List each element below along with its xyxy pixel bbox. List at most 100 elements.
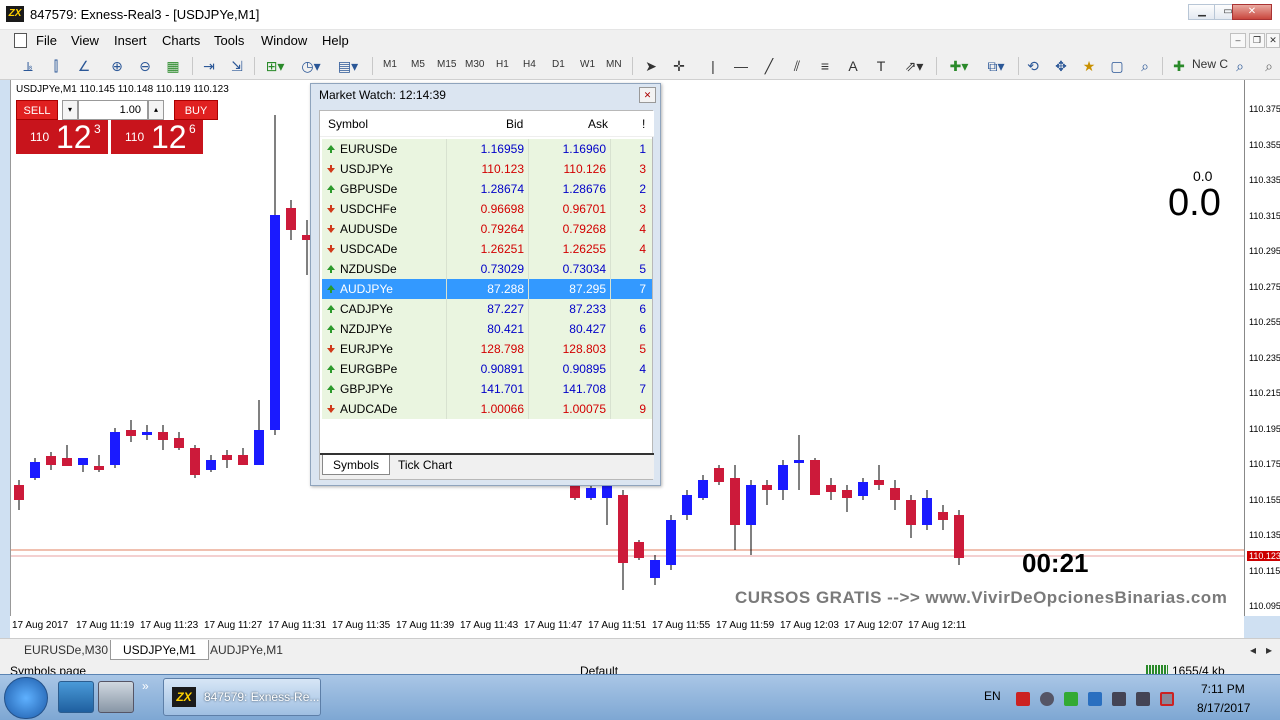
market-watch-row[interactable]: NZDUSDe 0.73029 0.73034 5 xyxy=(322,259,652,279)
strategy-tester-icon[interactable]: ⌕ xyxy=(1136,56,1154,76)
row-symbol-cell[interactable]: USDJPYe xyxy=(322,159,446,179)
minimize-button[interactable]: ▁ xyxy=(1188,4,1216,20)
row-symbol-cell[interactable]: CADJPYe xyxy=(322,299,446,319)
mdi-restore-button[interactable]: ❐ xyxy=(1249,33,1265,48)
market-watch-row[interactable]: AUDJPYe 87.288 87.295 7 xyxy=(322,279,652,299)
taskbar-mt4-window[interactable]: ZX 847579: Exness-Re... xyxy=(163,678,321,716)
row-symbol-cell[interactable]: USDCHFe xyxy=(322,199,446,219)
row-symbol-cell[interactable]: NZDJPYe xyxy=(322,319,446,339)
menu-file[interactable]: File xyxy=(36,33,57,48)
menu-insert[interactable]: Insert xyxy=(114,33,147,48)
column-symbol[interactable]: Symbol xyxy=(328,117,368,131)
horizontal-line-icon[interactable]: — xyxy=(732,56,750,76)
search-icon[interactable]: ⌕ xyxy=(1232,56,1248,76)
market-watch-row[interactable]: USDCHFe 0.96698 0.96701 3 xyxy=(322,199,652,219)
chart-tab-audjpye-m1[interactable]: AUDJPYe,M1 xyxy=(198,640,295,660)
auto-scroll-icon[interactable]: ⇥ xyxy=(200,56,218,76)
language-indicator[interactable]: EN xyxy=(984,689,1001,703)
indicators-icon[interactable]: ⊞▾ xyxy=(262,56,288,76)
menu-charts[interactable]: Charts xyxy=(162,33,200,48)
new-order-button[interactable]: New C xyxy=(1192,57,1228,71)
chart-tab-usdjpye-m1[interactable]: USDJPYe,M1 xyxy=(110,640,209,660)
close-button[interactable]: ✕ xyxy=(1232,4,1272,20)
market-watch-row[interactable]: GBPJPYe 141.701 141.708 7 xyxy=(322,379,652,399)
new-order-icon[interactable]: ✚ xyxy=(1170,56,1188,76)
network-icon[interactable] xyxy=(1160,692,1174,706)
market-watch-row[interactable]: USDCADe 1.26251 1.26255 4 xyxy=(322,239,652,259)
market-watch-close-button[interactable]: ✕ xyxy=(639,87,656,103)
tf-m5[interactable]: M5 xyxy=(411,59,425,70)
tf-h1[interactable]: H1 xyxy=(496,59,509,70)
bar-chart-icon[interactable]: ⫿ xyxy=(48,56,64,76)
market-watch-row[interactable]: EURUSDe 1.16959 1.16960 1 xyxy=(322,139,652,159)
market-watch-row[interactable]: EURGBPe 0.90891 0.90895 4 xyxy=(322,359,652,379)
crosshair-icon[interactable]: ✛ xyxy=(670,56,688,76)
row-symbol-cell[interactable]: AUDUSDe xyxy=(322,219,446,239)
tray-recorder-icon[interactable] xyxy=(1016,692,1030,706)
tf-mn[interactable]: MN xyxy=(606,59,622,70)
desktop-app-icon[interactable] xyxy=(58,681,94,713)
buy-quote[interactable]: 110 12 6 xyxy=(111,120,203,154)
tray-security-icon[interactable] xyxy=(1040,692,1054,706)
trendline-icon[interactable]: ╱ xyxy=(760,56,778,76)
periods-icon[interactable]: ◷▾ xyxy=(298,56,324,76)
cursor-icon[interactable]: ➤ xyxy=(642,56,660,76)
row-symbol-cell[interactable]: EURUSDe xyxy=(322,139,446,159)
column-spread[interactable]: ! xyxy=(642,117,645,131)
search-input[interactable]: ⌕ xyxy=(1258,56,1280,76)
vertical-line-icon[interactable]: | xyxy=(704,56,722,76)
column-ask[interactable]: Ask xyxy=(588,117,608,131)
tile-windows-icon[interactable]: ▦ xyxy=(164,56,182,76)
lot-increase-button[interactable]: ▴ xyxy=(148,100,164,120)
buy-button[interactable]: BUY xyxy=(174,100,218,120)
tf-d1[interactable]: D1 xyxy=(552,59,565,70)
row-symbol-cell[interactable]: GBPUSDe xyxy=(322,179,446,199)
tab-symbols[interactable]: Symbols xyxy=(322,455,391,475)
explorer-app-icon[interactable] xyxy=(98,681,134,713)
text-label-icon[interactable]: T xyxy=(872,56,890,76)
favorites-icon[interactable]: ★ xyxy=(1080,56,1098,76)
row-symbol-cell[interactable]: GBPJPYe xyxy=(322,379,446,399)
market-watch-row[interactable]: AUDCADe 1.00066 1.00075 9 xyxy=(322,399,652,419)
mdi-minimize-button[interactable]: – xyxy=(1230,33,1246,48)
tray-app-icon[interactable] xyxy=(1088,692,1102,706)
data-window-icon[interactable]: ▢ xyxy=(1108,56,1126,76)
tray-check-icon[interactable] xyxy=(1064,692,1078,706)
sell-button[interactable]: SELL xyxy=(16,100,58,120)
lot-size-input[interactable]: 1.00 xyxy=(78,100,148,120)
chart-windows-icon[interactable]: ⧉▾ xyxy=(982,56,1010,76)
market-watch-row[interactable]: USDJPYe 110.123 110.126 3 xyxy=(322,159,652,179)
menu-view[interactable]: View xyxy=(71,33,99,48)
tab-scroll-left-icon[interactable]: ◂ xyxy=(1250,640,1256,660)
row-symbol-cell[interactable]: USDCADe xyxy=(322,239,446,259)
chart-tab-eurusde-m30[interactable]: EURUSDe,M30 xyxy=(12,640,120,660)
zoom-out-icon[interactable]: ⊖ xyxy=(136,56,154,76)
volume-icon[interactable] xyxy=(1136,692,1150,706)
row-symbol-cell[interactable]: EURJPYe xyxy=(322,339,446,359)
fibonacci-icon[interactable]: ≡ xyxy=(816,56,834,76)
start-button-icon[interactable] xyxy=(4,677,48,719)
market-watch-window[interactable]: Market Watch: 12:14:39 ✕ Symbol Bid Ask … xyxy=(310,83,661,486)
arrows-tool-icon[interactable]: ⇗▾ xyxy=(900,56,928,76)
expert-advisors-icon[interactable]: ⟲ xyxy=(1024,56,1042,76)
zoom-in-icon[interactable]: ⊕ xyxy=(108,56,126,76)
column-bid[interactable]: Bid xyxy=(506,117,523,131)
add-chart-icon[interactable]: ✚▾ xyxy=(946,56,972,76)
line-chart-icon[interactable]: ⫡ xyxy=(20,56,36,76)
menu-window[interactable]: Window xyxy=(261,33,307,48)
clock-date[interactable]: 8/17/2017 xyxy=(1197,701,1250,715)
tab-scroll-right-icon[interactable]: ▸ xyxy=(1266,640,1272,660)
row-symbol-cell[interactable]: AUDCADe xyxy=(322,399,446,419)
market-watch-row[interactable]: GBPUSDe 1.28674 1.28676 2 xyxy=(322,179,652,199)
show-more-icon[interactable]: » xyxy=(142,679,149,693)
navigator-icon[interactable]: ✥ xyxy=(1052,56,1070,76)
menu-tools[interactable]: Tools xyxy=(214,33,244,48)
equidistant-channel-icon[interactable]: ⫽ xyxy=(788,56,806,76)
chart-shift-icon[interactable]: ⇲ xyxy=(228,56,246,76)
row-symbol-cell[interactable]: AUDJPYe xyxy=(322,279,446,299)
market-watch-row[interactable]: CADJPYe 87.227 87.233 6 xyxy=(322,299,652,319)
tab-tick-chart[interactable]: Tick Chart xyxy=(388,455,462,475)
tf-w1[interactable]: W1 xyxy=(580,59,595,70)
market-watch-row[interactable]: NZDJPYe 80.421 80.427 6 xyxy=(322,319,652,339)
row-symbol-cell[interactable]: NZDUSDe xyxy=(322,259,446,279)
